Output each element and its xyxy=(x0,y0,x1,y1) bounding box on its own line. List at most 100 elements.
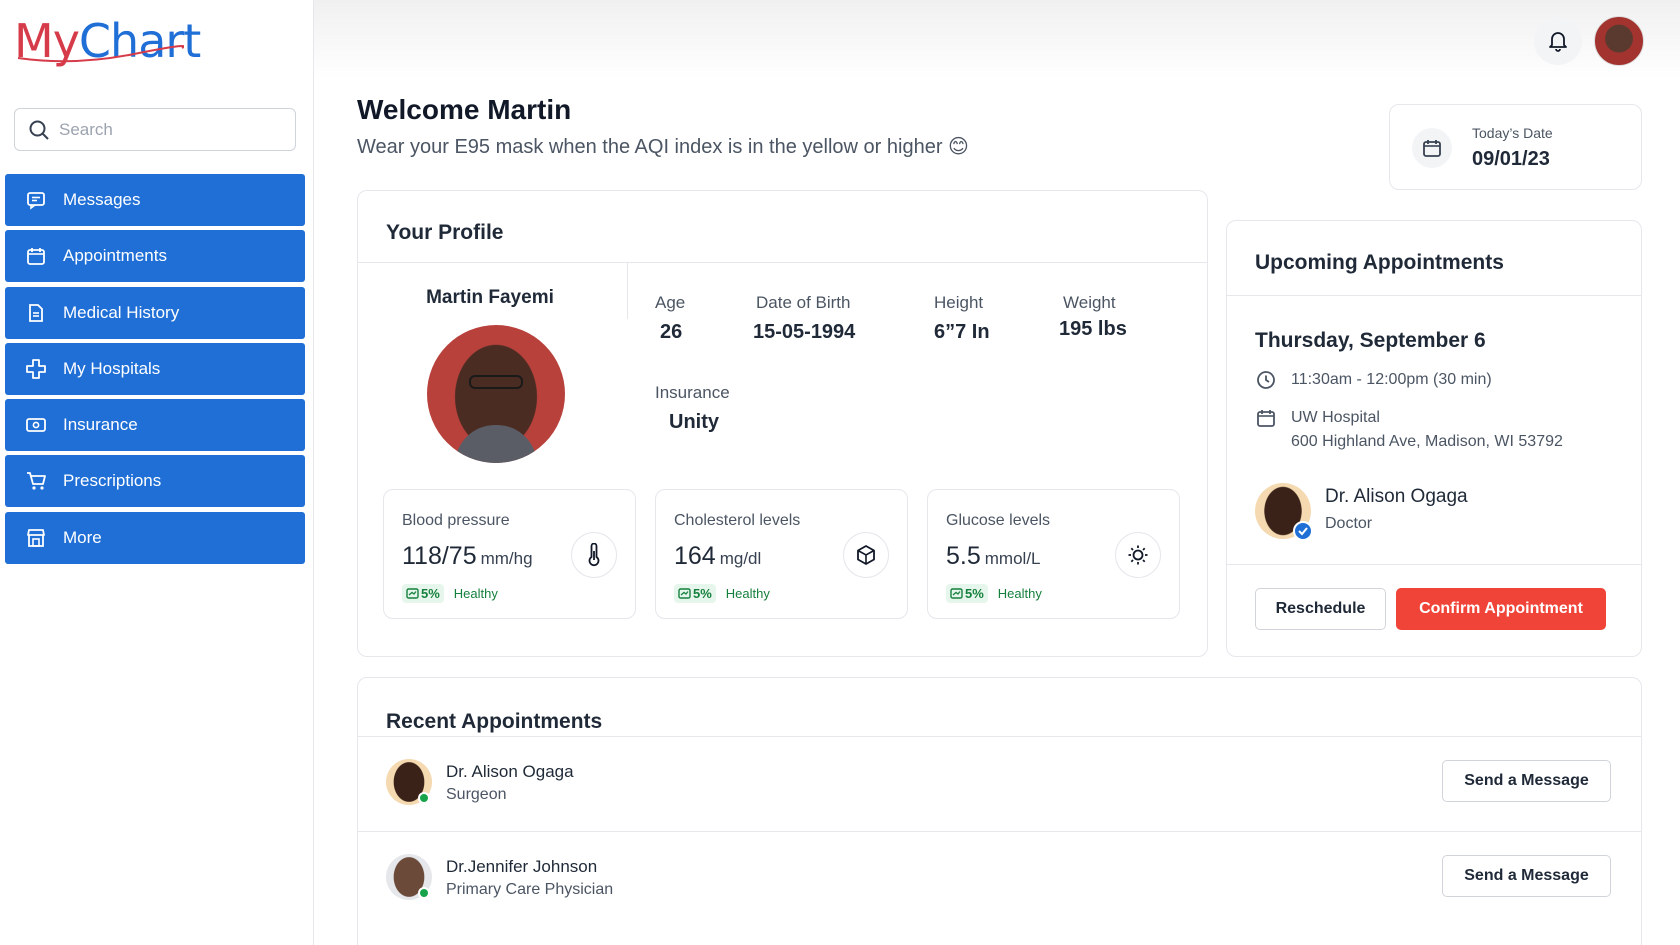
appointment-time-row: 11:30am - 12:00pm (30 min) xyxy=(1255,368,1492,392)
patient-photo xyxy=(427,325,565,463)
change-value: 5% xyxy=(693,586,712,601)
location-address: 600 Highland Ave, Madison, WI 53792 xyxy=(1291,433,1563,450)
metric-value: 5.5 xyxy=(946,542,981,570)
sidebar-item-label: Prescriptions xyxy=(63,471,162,491)
health-status: Healthy xyxy=(997,586,1042,601)
metric-status: 5% Healthy xyxy=(674,584,770,603)
cart-icon xyxy=(25,470,47,492)
height-value: 6”7 In xyxy=(934,321,990,343)
profile-title: Your Profile xyxy=(386,221,504,244)
sidebar-item-label: My Hospitals xyxy=(63,358,161,378)
verified-icon xyxy=(1293,521,1313,541)
search-input[interactable] xyxy=(59,119,279,140)
metric-label: Cholesterol levels xyxy=(674,512,801,529)
metric-value: 118/75 xyxy=(402,542,477,570)
doctor-name: Dr. Alison Ogaga xyxy=(446,762,574,781)
search-box[interactable] xyxy=(14,108,296,151)
doctor-role: Surgeon xyxy=(446,786,507,803)
sidebar-item-medical-history[interactable]: Medical History xyxy=(5,286,305,339)
logo-swoosh-icon xyxy=(17,45,184,63)
trend-icon xyxy=(406,588,419,599)
card-icon xyxy=(25,414,47,436)
cube-icon xyxy=(843,532,889,578)
health-status: Healthy xyxy=(453,586,498,601)
metric-unit: mmol/L xyxy=(984,549,1041,568)
profile-card-header: Your Profile xyxy=(358,191,1207,263)
sidebar-item-messages[interactable]: Messages xyxy=(5,174,305,226)
todays-date-card: Today’s Date 09/01/23 xyxy=(1389,104,1642,190)
store-icon xyxy=(25,527,47,549)
calendar-icon xyxy=(1412,128,1452,168)
user-avatar[interactable] xyxy=(1594,16,1644,66)
metric-label: Blood pressure xyxy=(402,512,510,529)
sidebar-item-insurance[interactable]: Insurance xyxy=(5,399,305,452)
doctor-name: Dr.Jennifer Johnson xyxy=(446,857,598,876)
divider xyxy=(1227,564,1641,565)
search-icon xyxy=(29,120,49,140)
profile-card: Your Profile Martin Fayemi Age 26 Date o… xyxy=(357,190,1208,657)
send-message-button[interactable]: Send a Message xyxy=(1442,760,1611,802)
sidebar-item-more[interactable]: More xyxy=(5,511,305,564)
sidebar-item-label: Medical History xyxy=(63,302,180,322)
metric-status: 5% Healthy xyxy=(946,584,1042,603)
metric-unit: mm/hg xyxy=(480,549,533,568)
clock-icon xyxy=(1255,369,1277,391)
appointment-day: Thursday, September 6 xyxy=(1255,329,1486,352)
sidebar-item-my-hospitals[interactable]: My Hospitals xyxy=(5,342,305,395)
weight-value: 195 lbs xyxy=(1059,318,1127,340)
patient-name: Martin Fayemi xyxy=(426,287,554,308)
send-message-button[interactable]: Send a Message xyxy=(1442,855,1611,897)
thermometer-icon xyxy=(571,532,617,578)
dob-value: 15-05-1994 xyxy=(753,321,856,343)
change-badge: 5% xyxy=(674,584,716,603)
cholesterol-card[interactable]: Cholesterol levels 164 mg/dl 5% Healthy xyxy=(655,489,908,619)
age-value: 26 xyxy=(660,321,683,343)
sidebar-item-appointments[interactable]: Appointments xyxy=(5,230,305,283)
sidebar-item-label: Insurance xyxy=(63,415,138,435)
sidebar-item-prescriptions[interactable]: Prescriptions xyxy=(5,455,305,508)
sidebar-item-label: Messages xyxy=(63,190,141,209)
bell-icon xyxy=(1549,32,1567,52)
insurance-label: Insurance xyxy=(655,383,730,402)
upcoming-header: Upcoming Appointments xyxy=(1227,221,1641,296)
change-value: 5% xyxy=(965,586,984,601)
change-badge: 5% xyxy=(946,584,988,603)
notifications-button[interactable] xyxy=(1534,17,1582,65)
recent-appointments-card: Recent Appointments Dr. Alison Ogaga Sur… xyxy=(357,677,1642,945)
dob-label: Date of Birth xyxy=(756,293,851,312)
online-status-dot xyxy=(418,792,430,804)
metric-label: Glucose levels xyxy=(946,512,1051,529)
glucose-card[interactable]: Glucose levels 5.5 mmol/L 5% Healthy xyxy=(927,489,1180,619)
metric-value-wrap: 5.5 mmol/L xyxy=(946,542,1041,571)
confirm-appointment-button[interactable]: Confirm Appointment xyxy=(1396,588,1606,630)
sidebar-item-label: More xyxy=(63,527,102,547)
trend-icon xyxy=(950,588,963,599)
reschedule-button[interactable]: Reschedule xyxy=(1255,588,1386,630)
doctor-role: Doctor xyxy=(1325,515,1373,532)
sidebar-item-label: Appointments xyxy=(63,246,167,266)
height-label: Height xyxy=(934,293,984,312)
date-label: Today’s Date xyxy=(1472,125,1553,141)
metric-value-wrap: 118/75 mm/hg xyxy=(402,542,533,571)
recent-title: Recent Appointments xyxy=(386,710,603,733)
calendar-icon xyxy=(25,245,47,267)
weight-label: Weight xyxy=(1063,293,1116,312)
upcoming-title: Upcoming Appointments xyxy=(1255,251,1504,274)
doctor-role: Primary Care Physician xyxy=(446,881,614,898)
document-icon xyxy=(25,302,47,324)
cross-icon xyxy=(25,358,47,380)
appointment-location-row: UW Hospital 600 Highland Ave, Madison, WI… xyxy=(1255,406,1563,454)
doctor-name: Dr. Alison Ogaga xyxy=(1325,486,1468,507)
change-value: 5% xyxy=(421,586,440,601)
date-value: 09/01/23 xyxy=(1472,148,1550,170)
age-label: Age xyxy=(655,293,686,312)
divider xyxy=(627,263,628,319)
location-name: UW Hospital xyxy=(1291,409,1380,426)
table-row: Dr.Jennifer Johnson Primary Care Physici… xyxy=(358,831,1641,926)
blood-pressure-card[interactable]: Blood pressure 118/75 mm/hg 5% Healthy xyxy=(383,489,636,619)
table-row: Dr. Alison Ogaga Surgeon Send a Message xyxy=(358,736,1641,831)
top-bar xyxy=(314,0,1680,80)
location-text: UW Hospital 600 Highland Ave, Madison, WI… xyxy=(1291,406,1563,454)
online-status-dot xyxy=(418,887,430,899)
page-subtitle: Wear your E95 mask when the AQI index is… xyxy=(357,136,969,158)
